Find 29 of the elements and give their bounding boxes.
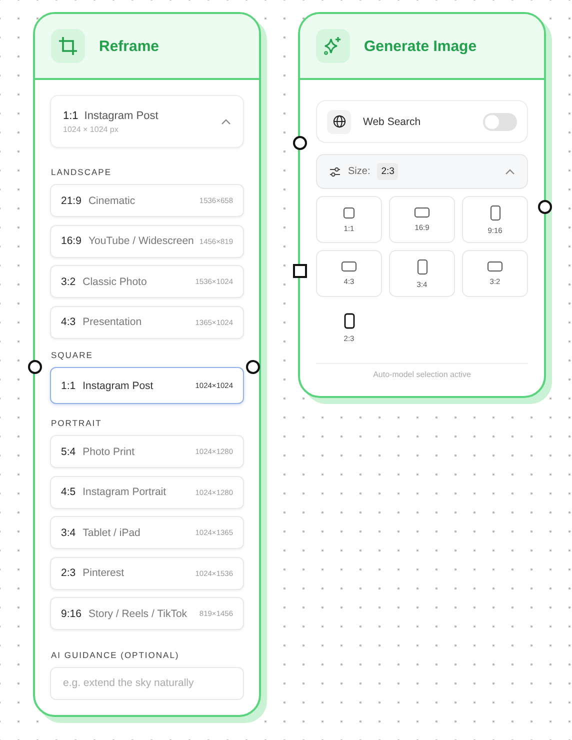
globe-icon bbox=[332, 115, 346, 128]
square-icon bbox=[343, 206, 355, 218]
chevron-up-icon bbox=[505, 168, 515, 174]
section-label: PORTRAIT bbox=[51, 418, 103, 428]
section-label: SQUARE bbox=[51, 350, 94, 360]
web-search-toggle[interactable] bbox=[483, 112, 517, 130]
landscape-rectangle-icon bbox=[341, 261, 357, 272]
ratio-dropdown[interactable]: 1:1 Instagram Post 1024 × 1024 px bbox=[50, 95, 244, 148]
section-label: AI GUIDANCE (OPTIONAL) bbox=[51, 650, 180, 660]
connection-handle[interactable] bbox=[538, 200, 552, 214]
landscape-rectangle-icon bbox=[487, 261, 503, 272]
portrait-rectangle-icon bbox=[490, 204, 500, 220]
web-search-label: Web Search bbox=[363, 116, 422, 128]
landscape-rectangle-icon bbox=[414, 207, 430, 218]
node-title: Reframe bbox=[99, 38, 160, 54]
guidance-input[interactable]: e.g. extend the sky naturally bbox=[50, 666, 244, 700]
portrait-rectangle-icon bbox=[416, 258, 428, 274]
chevron-up-icon bbox=[221, 118, 231, 124]
node-title: Generate Image bbox=[364, 38, 477, 54]
connection-handle[interactable] bbox=[293, 136, 307, 150]
connection-handle[interactable] bbox=[246, 360, 260, 374]
status-text: Auto-model selection active bbox=[316, 363, 528, 379]
connection-handle[interactable] bbox=[293, 264, 307, 278]
sliders-icon bbox=[329, 166, 341, 178]
crop-icon bbox=[58, 36, 78, 56]
portrait-rectangle-icon bbox=[344, 312, 354, 328]
connection-handle[interactable] bbox=[28, 360, 42, 374]
section-label: LANDSCAPE bbox=[51, 167, 112, 177]
size-dropdown[interactable]: Size: 2:3 bbox=[316, 154, 528, 189]
